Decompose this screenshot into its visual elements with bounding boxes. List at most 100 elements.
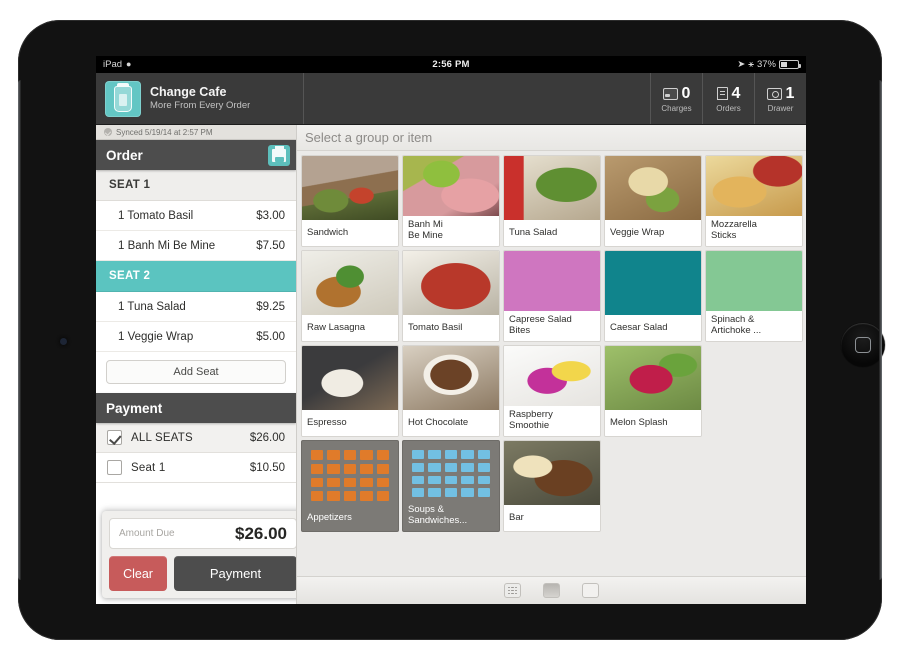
app-bar-spacer: [304, 73, 650, 124]
item-label: Spinach & Artichoke ...: [706, 311, 802, 341]
item-thumbnail: [302, 251, 398, 315]
item-tile[interactable]: Veggie Wrap: [604, 155, 702, 247]
home-button[interactable]: [841, 323, 885, 367]
group-pattern-icon: [302, 441, 398, 505]
sync-check-icon: [104, 128, 112, 136]
order-header: Order: [96, 140, 304, 170]
order-item-row[interactable]: 1 Veggie Wrap $5.00: [96, 322, 296, 352]
amount-due-placeholder: Amount Due: [119, 528, 175, 539]
item-label: Veggie Wrap: [605, 220, 701, 246]
jar-logo-icon: [105, 80, 141, 117]
item-grid-panel: Select a group or item Sandwich Banh Mi B…: [296, 125, 806, 604]
status-time: 2:56 PM: [432, 59, 470, 70]
amount-due-field[interactable]: Amount Due $26.00: [109, 518, 297, 549]
battery-icon: [779, 60, 801, 69]
item-tile[interactable]: Raspberry Smoothie: [503, 345, 601, 437]
payment-row-amount: $10.50: [249, 461, 285, 474]
charges-label: Charges: [661, 103, 692, 113]
item-label: Tomato Basil: [403, 315, 499, 341]
group-tile[interactable]: Soups & Sandwiches...: [402, 440, 500, 532]
ipad-device: iPad ● 2:56 PM ➤ ⚹ 37% Change Cafe More …: [18, 20, 885, 640]
item-thumbnail: [302, 156, 398, 220]
item-thumbnail: [403, 156, 499, 216]
item-thumbnail: [706, 251, 802, 311]
payment-row-seat-1[interactable]: Seat 1 $10.50: [96, 453, 296, 483]
payment-row-all-seats[interactable]: ALL SEATS $26.00: [96, 423, 296, 453]
seat-2-label: SEAT 2: [109, 270, 151, 282]
checkbox-checked-icon[interactable]: [107, 430, 122, 445]
item-name: 1 Tuna Salad: [118, 300, 186, 313]
item-tile[interactable]: Mozzarella Sticks: [705, 155, 803, 247]
brand-name: Change Cafe: [150, 85, 227, 100]
front-camera-icon: [60, 338, 67, 345]
item-tile[interactable]: Banh Mi Be Mine: [402, 155, 500, 247]
app-top-bar: Change Cafe More From Every Order 0 Char…: [96, 73, 806, 125]
seat-header-2[interactable]: SEAT 2: [96, 261, 296, 292]
item-label: Melon Splash: [605, 410, 701, 436]
receipt-icon: [716, 87, 728, 100]
item-tile[interactable]: Raw Lasagna: [301, 250, 399, 342]
item-grid[interactable]: Sandwich Banh Mi Be Mine Tuna Salad Veggie …: [297, 151, 806, 576]
grid-row: Raw Lasagna Tomato Basil Caprese Salad Bit…: [301, 250, 803, 342]
item-thumbnail: [605, 346, 701, 410]
grid-view-icon[interactable]: [504, 583, 521, 598]
checkbox-icon[interactable]: [107, 460, 122, 475]
item-price: $9.25: [256, 300, 285, 313]
order-item-row[interactable]: 1 Tuna Salad $9.25: [96, 292, 296, 322]
battery-percent: 37%: [756, 59, 776, 70]
item-tile[interactable]: Melon Splash: [604, 345, 702, 437]
payment-row-label: Seat 1: [131, 461, 166, 474]
item-tile[interactable]: Tuna Salad: [503, 155, 601, 247]
order-item-row[interactable]: 1 Banh Mi Be Mine $7.50: [96, 231, 296, 261]
payment-button[interactable]: Payment: [174, 556, 297, 591]
item-tile[interactable]: Bar: [503, 440, 601, 532]
item-thumbnail: [706, 156, 802, 216]
order-item-row[interactable]: 1 Tomato Basil $3.00: [96, 201, 296, 231]
item-thumbnail: [403, 251, 499, 315]
item-name: 1 Veggie Wrap: [118, 330, 194, 343]
clear-button[interactable]: Clear: [109, 556, 167, 591]
item-tile[interactable]: Espresso: [301, 345, 399, 437]
item-label: Sandwich: [302, 220, 398, 246]
counter-charges[interactable]: 0 Charges: [650, 73, 702, 124]
item-label: Bar: [504, 505, 600, 531]
item-price: $5.00: [256, 330, 285, 343]
item-label: Hot Chocolate: [403, 410, 499, 436]
group-pattern-icon: [403, 441, 499, 501]
printer-icon[interactable]: [268, 144, 290, 166]
group-tile[interactable]: Appetizers: [301, 440, 399, 532]
item-tile[interactable]: Tomato Basil: [402, 250, 500, 342]
item-tile[interactable]: Sandwich: [301, 155, 399, 247]
seat-header-1[interactable]: SEAT 1: [96, 170, 296, 201]
large-view-icon[interactable]: [543, 583, 560, 598]
add-seat-button[interactable]: Add Seat: [106, 360, 286, 384]
brand-block[interactable]: Change Cafe More From Every Order: [96, 73, 304, 124]
main-content: Synced 5/19/14 at 2:57 PM Order SEAT 1 1…: [96, 125, 806, 604]
counter-drawer[interactable]: 1 Drawer: [754, 73, 806, 124]
credit-card-icon: [662, 87, 678, 100]
item-thumbnail: [605, 251, 701, 315]
cash-drawer-icon: [766, 87, 782, 100]
brand-tagline: More From Every Order: [150, 100, 251, 112]
item-label: Appetizers: [307, 512, 352, 524]
orders-label: Orders: [716, 103, 741, 113]
item-tile[interactable]: Spinach & Artichoke ...: [705, 250, 803, 342]
item-name: 1 Banh Mi Be Mine: [118, 239, 216, 252]
item-tile[interactable]: Caesar Salad: [604, 250, 702, 342]
list-view-icon[interactable]: [582, 583, 599, 598]
order-title: Order: [106, 147, 143, 163]
sync-status: Synced 5/19/14 at 2:57 PM: [96, 125, 296, 140]
counter-orders[interactable]: 4 Orders: [702, 73, 754, 124]
item-label: Espresso: [302, 410, 398, 436]
item-tile[interactable]: Caprese Salad Bites: [503, 250, 601, 342]
payment-row-label: ALL SEATS: [131, 431, 193, 444]
orders-count: 4: [731, 84, 741, 102]
charges-count: 0: [681, 84, 691, 102]
item-tile[interactable]: Hot Chocolate: [402, 345, 500, 437]
seat-1-label: SEAT 1: [109, 179, 151, 191]
bluetooth-icon: ⚹: [748, 59, 754, 70]
payment-header: Payment: [96, 393, 296, 423]
item-label: Tuna Salad: [504, 220, 600, 246]
grid-title: Select a group or item: [297, 125, 806, 151]
item-thumbnail: [302, 346, 398, 410]
